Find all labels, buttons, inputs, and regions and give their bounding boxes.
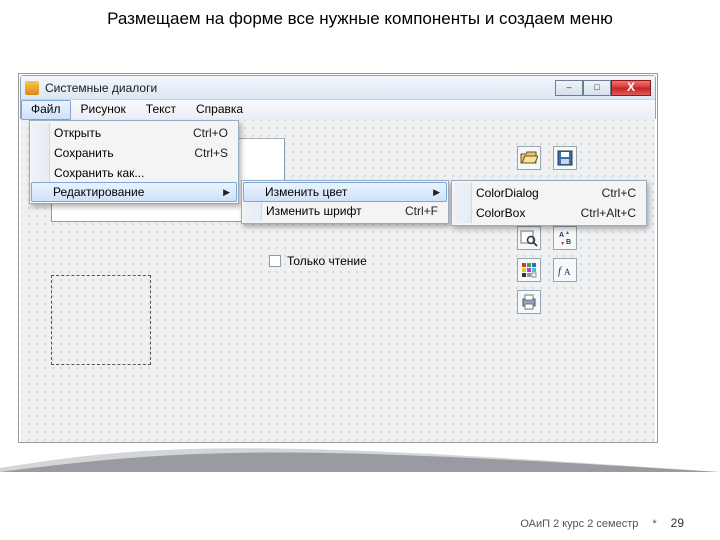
menu-help[interactable]: Справка: [186, 100, 253, 120]
menu-shortcut: Ctrl+F: [377, 204, 438, 218]
menu-item-color-dialog[interactable]: ColorDialog Ctrl+C: [454, 183, 644, 203]
open-dialog-component[interactable]: [517, 146, 541, 170]
menu-label: Сохранить как...: [54, 166, 144, 180]
app-icon: [25, 81, 39, 95]
menu-item-editing[interactable]: Редактирование ▶: [31, 182, 237, 202]
slide-footer: ОАиП 2 курс 2 семестр * 29: [0, 516, 720, 530]
menu-item-color-box[interactable]: ColorBox Ctrl+Alt+C: [454, 203, 644, 223]
menu-item-open[interactable]: Открыть Ctrl+O: [32, 123, 236, 143]
menu-label: Изменить цвет: [265, 185, 347, 199]
menu-label: ColorDialog: [476, 186, 539, 200]
menu-shortcut: Ctrl+S: [166, 146, 228, 160]
page-number: 29: [671, 516, 684, 530]
slide-title: Размещаем на форме все нужные компоненты…: [0, 0, 720, 34]
menu-item-change-font[interactable]: Изменить шрифт Ctrl+F: [244, 201, 446, 221]
file-menu: Открыть Ctrl+O Сохранить Ctrl+S Сохранит…: [29, 120, 239, 204]
submenu-arrow-icon: ▶: [433, 187, 440, 198]
menu-file[interactable]: Файл: [21, 100, 71, 120]
titlebar: Системные диалоги – □ X: [21, 76, 655, 100]
menu-label: Сохранить: [54, 146, 114, 160]
menu-label: Изменить шрифт: [266, 204, 362, 218]
font-dialog-icon: fA: [556, 261, 574, 279]
menu-label: ColorBox: [476, 206, 525, 220]
readonly-label: Только чтение: [287, 254, 367, 268]
editing-submenu: Изменить цвет ▶ Изменить шрифт Ctrl+F: [241, 180, 449, 224]
menu-picture[interactable]: Рисунок: [71, 100, 136, 120]
svg-text:A: A: [564, 267, 571, 277]
print-dialog-icon: [520, 293, 538, 311]
footer-text: ОАиП 2 курс 2 семестр: [520, 518, 638, 530]
minimize-button[interactable]: –: [555, 80, 583, 96]
color-submenu: ColorDialog Ctrl+C ColorBox Ctrl+Alt+C: [451, 180, 647, 226]
menubar: Файл Рисунок Текст Справка: [21, 100, 655, 120]
menu-shortcut: Ctrl+O: [165, 126, 228, 140]
close-button[interactable]: X: [611, 80, 651, 96]
submenu-arrow-icon: ▶: [223, 187, 230, 198]
maximize-button[interactable]: □: [583, 80, 611, 96]
menu-shortcut: Ctrl+C: [574, 186, 636, 200]
readonly-checkbox[interactable]: Только чтение: [269, 254, 367, 268]
color-dialog-icon: [520, 261, 538, 279]
find-dialog-icon: [520, 229, 538, 247]
color-dialog-component[interactable]: [517, 258, 541, 282]
save-dialog-component[interactable]: [553, 146, 577, 170]
app-window: Системные диалоги – □ X Файл Рисунок Тек…: [20, 75, 656, 119]
save-dialog-icon: [556, 149, 574, 167]
print-dialog-component[interactable]: [517, 290, 541, 314]
selection-rect: [51, 275, 151, 365]
replace-dialog-component[interactable]: AB: [553, 226, 577, 250]
menu-shortcut: Ctrl+Alt+C: [553, 206, 636, 220]
checkbox-box-icon: [269, 255, 281, 267]
svg-text:f: f: [558, 265, 563, 277]
menu-item-change-color[interactable]: Изменить цвет ▶: [243, 182, 447, 202]
menu-item-save[interactable]: Сохранить Ctrl+S: [32, 143, 236, 163]
designer-frame: Системные диалоги – □ X Файл Рисунок Тек…: [18, 73, 658, 443]
find-dialog-component[interactable]: [517, 226, 541, 250]
svg-text:A: A: [559, 232, 564, 239]
menu-label: Открыть: [54, 126, 101, 140]
footer-mark: *: [652, 518, 656, 530]
window-title: Системные диалоги: [45, 81, 555, 95]
menu-item-save-as[interactable]: Сохранить как...: [32, 163, 236, 183]
svg-text:B: B: [566, 239, 571, 246]
replace-dialog-icon: AB: [556, 229, 574, 247]
menu-label: Редактирование: [53, 185, 144, 199]
menu-text[interactable]: Текст: [136, 100, 186, 120]
font-dialog-component[interactable]: fA: [553, 258, 577, 282]
open-dialog-icon: [520, 149, 538, 167]
